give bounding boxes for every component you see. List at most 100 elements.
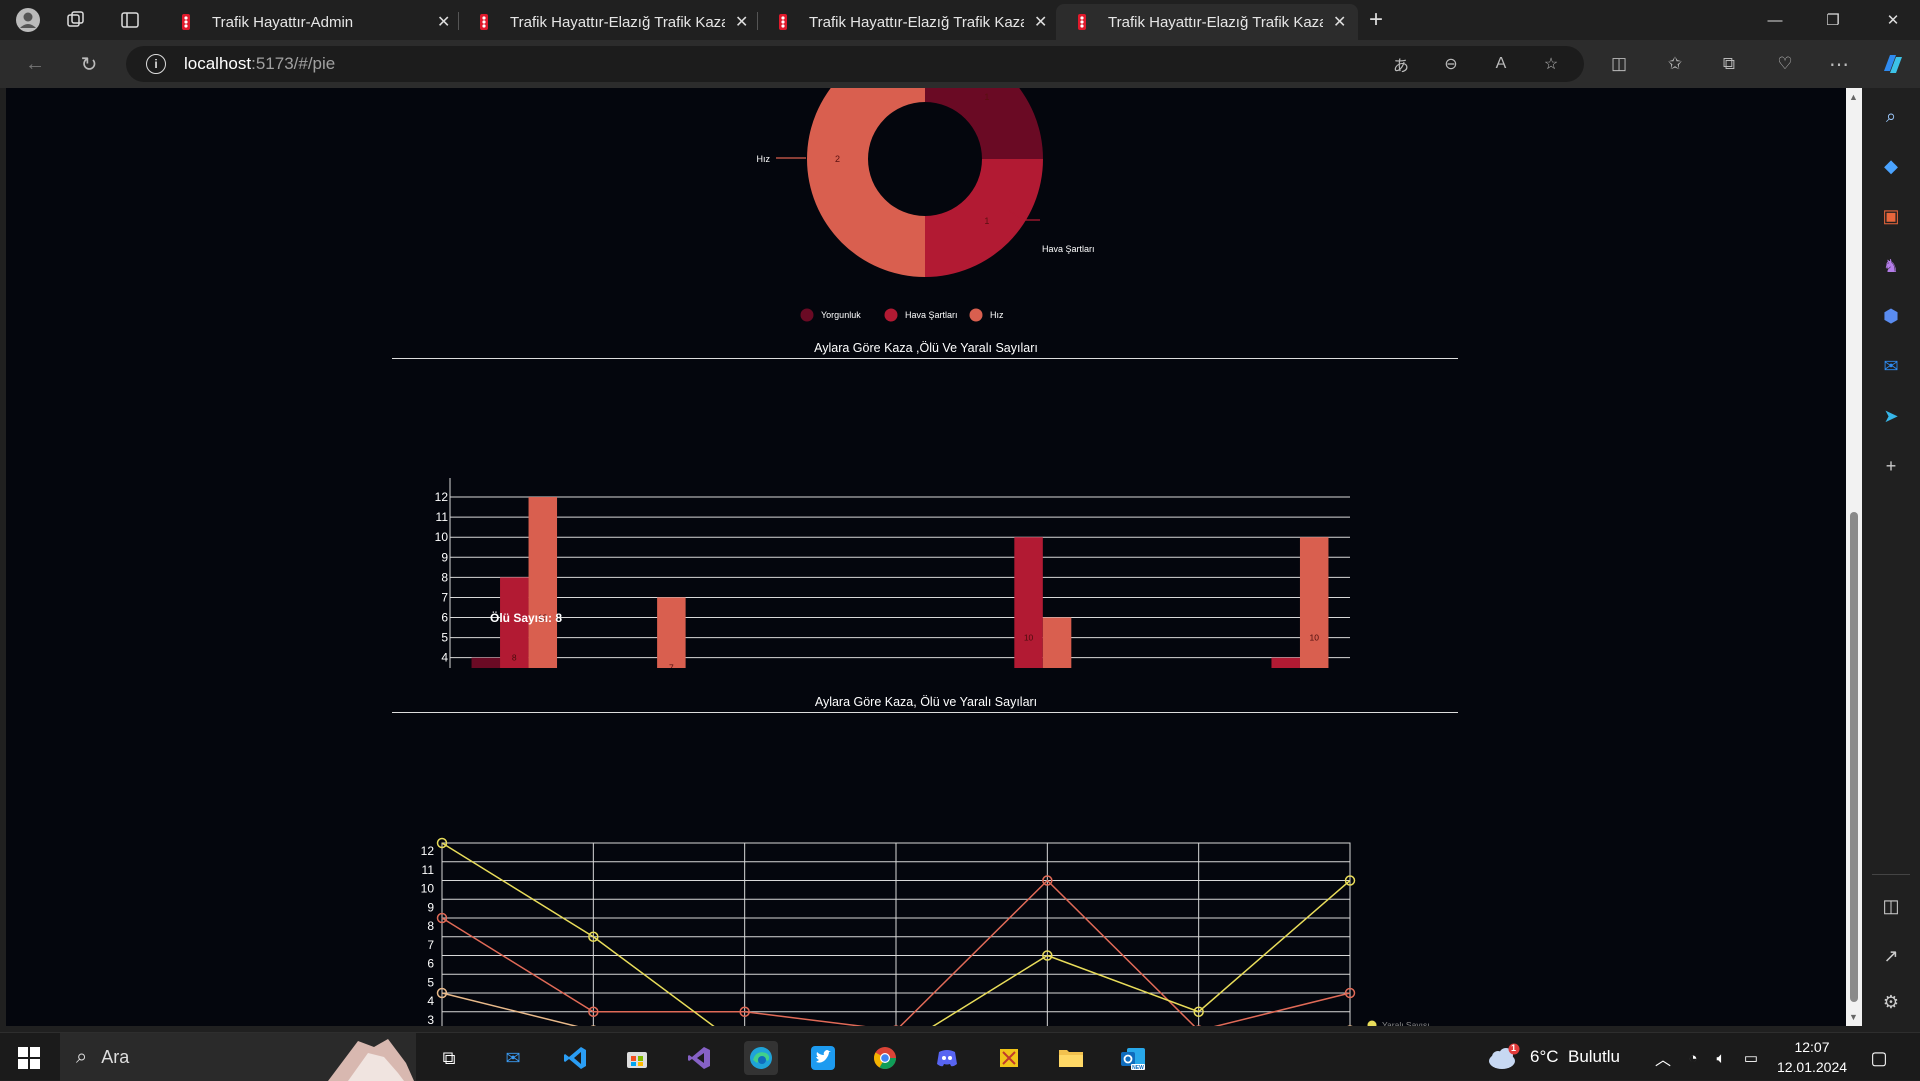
- copilot-icon[interactable]: [1878, 50, 1908, 78]
- more-menu-icon[interactable]: ⋯: [1824, 50, 1854, 78]
- bar: [1042, 617, 1072, 668]
- tab-close-icon[interactable]: ✕: [1034, 12, 1047, 32]
- volume-icon[interactable]: 🔈︎: [1704, 1041, 1738, 1075]
- tab-title: Trafik Hayattır-Admin: [212, 13, 354, 31]
- tab-close-icon[interactable]: ✕: [437, 12, 450, 32]
- restore-icon[interactable]: ❐: [1810, 0, 1856, 40]
- bar: [657, 597, 686, 668]
- line-y-tick: 9: [427, 900, 434, 914]
- pie-callout-hiz: Hız: [757, 154, 806, 164]
- task-view-icon[interactable]: ⧉: [432, 1041, 466, 1075]
- microsoft-365-icon[interactable]: ⬢: [1879, 304, 1903, 328]
- external-link-icon[interactable]: ↗: [1879, 944, 1903, 968]
- clock[interactable]: 12:07 12.01.2024: [1770, 1037, 1854, 1077]
- visual-studio-icon[interactable]: [682, 1041, 716, 1075]
- legend-swatch: [800, 308, 814, 322]
- file-explorer-icon[interactable]: [1054, 1041, 1088, 1075]
- outlook-new-icon[interactable]: NEW: [1116, 1041, 1150, 1075]
- page-content: 112 Hız Hava Şartları Yorgunluk Hava Şart…: [6, 88, 1846, 1026]
- bar-chart: 01234567891011124812Ocak237Şubat131Mart1…: [435, 478, 1350, 668]
- pie-callout-label: Hız: [757, 154, 771, 164]
- workspaces-icon[interactable]: [62, 6, 90, 34]
- tab-close-icon[interactable]: ✕: [735, 12, 748, 32]
- tab-title: Trafik Hayattır-Elazığ Trafik Kazası: [1108, 13, 1323, 31]
- browser-tab[interactable]: Trafik Hayattır-Elazığ Trafik Kazası ✕: [757, 4, 1059, 40]
- search-highlight-image: [328, 1039, 414, 1081]
- divider: [392, 712, 1458, 713]
- favorite-star-icon[interactable]: ☆: [1538, 52, 1564, 76]
- line-legend-label: Yaralı Sayısı: [1382, 1020, 1430, 1026]
- scrollbar-thumb[interactable]: [1850, 512, 1858, 1002]
- translate-icon[interactable]: あ: [1388, 52, 1414, 76]
- settings-gear-icon[interactable]: ⚙: [1879, 990, 1903, 1014]
- mail-icon[interactable]: ✉: [496, 1041, 530, 1075]
- bar: [1299, 537, 1329, 668]
- hide-sidebar-icon[interactable]: ◫: [1879, 894, 1903, 918]
- taskbar-search[interactable]: ⌕ Ara: [60, 1033, 416, 1081]
- browser-tab[interactable]: Trafik Hayattır-Elazığ Trafik Kazası ✕: [458, 4, 760, 40]
- twitter-icon[interactable]: [806, 1041, 840, 1075]
- bar-y-tick: 12: [435, 490, 449, 504]
- bar: [471, 657, 501, 668]
- notifications-icon[interactable]: ▢: [1862, 1041, 1896, 1075]
- edge-browser-icon[interactable]: [744, 1041, 778, 1075]
- refresh-icon[interactable]: ↻: [74, 50, 104, 78]
- collections-icon[interactable]: ⧉: [1714, 50, 1744, 78]
- url-field[interactable]: i localhost:5173/#/pie あ ⊖ A ☆: [126, 46, 1584, 82]
- tab-actions-icon[interactable]: [116, 6, 144, 34]
- games-icon[interactable]: ♞: [1879, 254, 1903, 278]
- snipping-tool-icon[interactable]: [992, 1041, 1026, 1075]
- site-info-icon[interactable]: i: [146, 54, 166, 74]
- bar-y-tick: 6: [441, 611, 448, 625]
- legend-label: Yorgunluk: [821, 310, 861, 320]
- performance-icon[interactable]: ♡: [1770, 50, 1800, 78]
- bar-y-tick: 4: [441, 651, 448, 665]
- traffic-light-icon: [480, 14, 488, 30]
- pie-legend: Yorgunluk Hava Şartları Hız: [800, 308, 1004, 322]
- send-icon[interactable]: ➤: [1879, 404, 1903, 428]
- chrome-icon[interactable]: [868, 1041, 902, 1075]
- zoom-out-icon[interactable]: ⊖: [1438, 52, 1464, 76]
- battery-icon[interactable]: ▭: [1734, 1041, 1768, 1075]
- tab-title: Trafik Hayattır-Elazığ Trafik Kazası: [510, 13, 725, 31]
- windows-start-icon[interactable]: [12, 1041, 46, 1075]
- address-bar: ← ↻ i localhost:5173/#/pie あ ⊖ A ☆ ◫ ✩ ⧉…: [0, 40, 1920, 88]
- bar: [1014, 537, 1043, 668]
- tab-close-icon[interactable]: ✕: [1333, 12, 1346, 32]
- legend-swatch: [884, 308, 898, 322]
- shopping-tag-icon[interactable]: ◆: [1879, 154, 1903, 178]
- tools-icon[interactable]: ▣: [1879, 204, 1903, 228]
- vscode-icon[interactable]: [558, 1041, 592, 1075]
- traffic-light-icon: [182, 14, 190, 30]
- microsoft-store-icon[interactable]: [620, 1041, 654, 1075]
- browser-tab-active[interactable]: Trafik Hayattır-Elazığ Trafik Kazası ✕: [1056, 4, 1359, 40]
- legend-label: Hava Şartları: [905, 310, 958, 320]
- bar-tooltip: Ölü Sayısı: 8: [490, 610, 562, 625]
- line-y-tick: 5: [427, 975, 434, 989]
- split-screen-icon[interactable]: ◫: [1604, 50, 1634, 78]
- minimize-icon[interactable]: —: [1752, 0, 1798, 40]
- browser-tab[interactable]: Trafik Hayattır-Admin ✕: [160, 4, 462, 40]
- weather-widget[interactable]: 1 6°C Bulutlu: [1486, 1033, 1620, 1081]
- bar-y-tick: 10: [435, 530, 449, 544]
- page-scrollbar[interactable]: ▲ ▼: [1846, 88, 1862, 1026]
- line-chart: 0123456789101112OcakŞubatMartNisanEkimKa…: [421, 837, 1430, 1026]
- add-icon[interactable]: +: [1879, 454, 1903, 478]
- read-aloud-icon[interactable]: A: [1488, 52, 1514, 76]
- taskbar-search-placeholder: Ara: [101, 1046, 130, 1067]
- bar: [1271, 657, 1300, 668]
- clock-time: 12:07: [1794, 1039, 1830, 1055]
- edge-sidebar: ⌕ ◆ ▣ ♞ ⬢ ✉ ➤ + ◫ ↗ ⚙: [1862, 88, 1920, 1026]
- close-window-icon[interactable]: ✕: [1870, 0, 1916, 40]
- discord-icon[interactable]: [930, 1041, 964, 1075]
- show-hidden-icons-chevron[interactable]: ︿: [1646, 1041, 1680, 1075]
- traffic-light-icon: [779, 14, 787, 30]
- outlook-icon[interactable]: ✉: [1879, 354, 1903, 378]
- windows-taskbar: ⌕ Ara ⧉ ✉ NEW 1 6°C Bulutlu ︿ ◔ 🔈︎ ▭ 12:…: [0, 1032, 1920, 1081]
- profile-avatar-icon[interactable]: [14, 6, 42, 34]
- line-y-tick: 10: [421, 882, 435, 896]
- back-arrow-icon[interactable]: ←: [20, 50, 50, 78]
- new-tab-icon[interactable]: +: [1362, 6, 1390, 34]
- search-icon[interactable]: ⌕: [1879, 104, 1903, 128]
- favorites-icon[interactable]: ✩: [1660, 50, 1690, 78]
